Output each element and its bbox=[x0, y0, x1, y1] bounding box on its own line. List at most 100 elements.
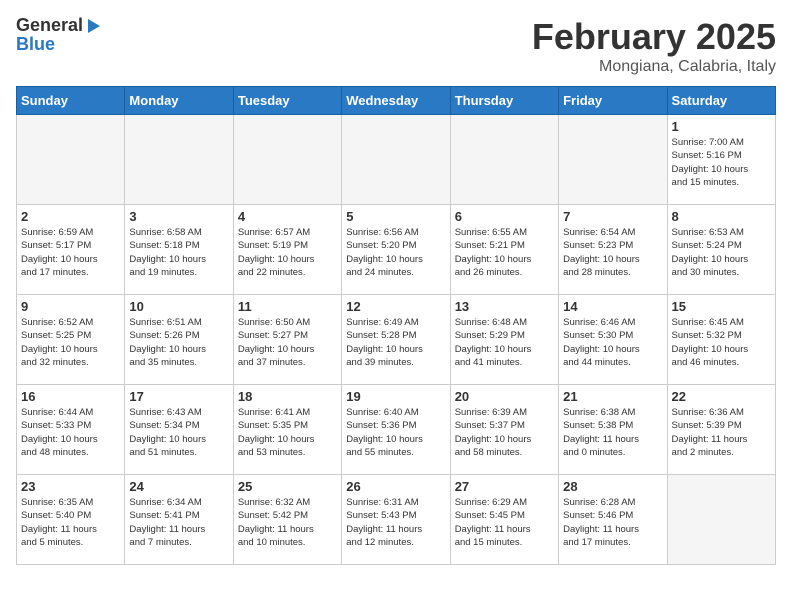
calendar-cell: 21 Sunrise: 6:38 AM Sunset: 5:38 PM Dayli… bbox=[559, 385, 667, 475]
calendar-cell: 6Sunrise: 6:55 AM Sunset: 5:21 PM Daylig… bbox=[450, 205, 558, 295]
calendar-title: February 2025 bbox=[532, 16, 776, 58]
day-number: 16 bbox=[21, 389, 120, 404]
day-info: Sunrise: 6:38 AM Sunset: 5:38 PM Dayligh… bbox=[563, 406, 662, 459]
calendar-cell: 24 Sunrise: 6:34 AM Sunset: 5:41 PM Dayli… bbox=[125, 475, 233, 565]
calendar-cell bbox=[342, 115, 450, 205]
calendar-cell bbox=[233, 115, 341, 205]
calendar-week-row: 16 Sunrise: 6:44 AM Sunset: 5:33 PM Dayli… bbox=[17, 385, 776, 475]
calendar-cell: 27 Sunrise: 6:29 AM Sunset: 5:45 PM Dayli… bbox=[450, 475, 558, 565]
day-number: 21 bbox=[563, 389, 662, 404]
calendar-cell: 16 Sunrise: 6:44 AM Sunset: 5:33 PM Dayli… bbox=[17, 385, 125, 475]
calendar-cell: 3 Sunrise: 6:58 AM Sunset: 5:18 PM Daylig… bbox=[125, 205, 233, 295]
calendar-subtitle: Mongiana, Calabria, Italy bbox=[532, 58, 776, 76]
day-info: Sunrise: 7:00 AM Sunset: 5:16 PM Dayligh… bbox=[672, 136, 771, 189]
calendar-cell: 15 Sunrise: 6:45 AM Sunset: 5:32 PM Dayli… bbox=[667, 295, 775, 385]
day-number: 1 bbox=[672, 119, 771, 134]
calendar-cell: 10Sunrise: 6:51 AM Sunset: 5:26 PM Dayli… bbox=[125, 295, 233, 385]
day-info: Sunrise: 6:43 AM Sunset: 5:34 PM Dayligh… bbox=[129, 406, 228, 459]
day-number: 11 bbox=[238, 299, 337, 314]
day-number: 7 bbox=[563, 209, 662, 224]
calendar-cell: 25Sunrise: 6:32 AM Sunset: 5:42 PM Dayli… bbox=[233, 475, 341, 565]
calendar-week-row: 9Sunrise: 6:52 AM Sunset: 5:25 PM Daylig… bbox=[17, 295, 776, 385]
calendar-cell bbox=[559, 115, 667, 205]
calendar-cell: 12 Sunrise: 6:49 AM Sunset: 5:28 PM Dayli… bbox=[342, 295, 450, 385]
calendar-week-row: 1 Sunrise: 7:00 AM Sunset: 5:16 PM Daylig… bbox=[17, 115, 776, 205]
day-info: Sunrise: 6:34 AM Sunset: 5:41 PM Dayligh… bbox=[129, 496, 228, 549]
day-number: 19 bbox=[346, 389, 445, 404]
calendar-cell bbox=[17, 115, 125, 205]
day-info: Sunrise: 6:44 AM Sunset: 5:33 PM Dayligh… bbox=[21, 406, 120, 459]
day-info: Sunrise: 6:29 AM Sunset: 5:45 PM Dayligh… bbox=[455, 496, 554, 549]
day-info: Sunrise: 6:50 AM Sunset: 5:27 PM Dayligh… bbox=[238, 316, 337, 369]
calendar-cell: 1 Sunrise: 7:00 AM Sunset: 5:16 PM Daylig… bbox=[667, 115, 775, 205]
day-info: Sunrise: 6:31 AM Sunset: 5:43 PM Dayligh… bbox=[346, 496, 445, 549]
calendar-cell: 18 Sunrise: 6:41 AM Sunset: 5:35 PM Dayli… bbox=[233, 385, 341, 475]
day-number: 24 bbox=[129, 479, 228, 494]
calendar-cell bbox=[125, 115, 233, 205]
calendar-cell: 14 Sunrise: 6:46 AM Sunset: 5:30 PM Dayli… bbox=[559, 295, 667, 385]
logo-text: General Blue bbox=[16, 16, 103, 53]
weekday-header: Monday bbox=[125, 87, 233, 115]
day-number: 3 bbox=[129, 209, 228, 224]
day-info: Sunrise: 6:36 AM Sunset: 5:39 PM Dayligh… bbox=[672, 406, 771, 459]
weekday-header: Friday bbox=[559, 87, 667, 115]
calendar-cell: 20Sunrise: 6:39 AM Sunset: 5:37 PM Dayli… bbox=[450, 385, 558, 475]
weekday-header: Wednesday bbox=[342, 87, 450, 115]
day-number: 13 bbox=[455, 299, 554, 314]
calendar-cell: 13 Sunrise: 6:48 AM Sunset: 5:29 PM Dayli… bbox=[450, 295, 558, 385]
calendar-cell: 26 Sunrise: 6:31 AM Sunset: 5:43 PM Dayli… bbox=[342, 475, 450, 565]
day-info: Sunrise: 6:35 AM Sunset: 5:40 PM Dayligh… bbox=[21, 496, 120, 549]
day-number: 17 bbox=[129, 389, 228, 404]
calendar-cell: 23 Sunrise: 6:35 AM Sunset: 5:40 PM Dayli… bbox=[17, 475, 125, 565]
day-number: 22 bbox=[672, 389, 771, 404]
day-number: 14 bbox=[563, 299, 662, 314]
day-number: 10 bbox=[129, 299, 228, 314]
calendar-cell bbox=[450, 115, 558, 205]
day-info: Sunrise: 6:28 AM Sunset: 5:46 PM Dayligh… bbox=[563, 496, 662, 549]
title-area: February 2025 Mongiana, Calabria, Italy bbox=[532, 16, 776, 76]
day-info: Sunrise: 6:49 AM Sunset: 5:28 PM Dayligh… bbox=[346, 316, 445, 369]
calendar-cell: 17 Sunrise: 6:43 AM Sunset: 5:34 PM Dayli… bbox=[125, 385, 233, 475]
day-info: Sunrise: 6:57 AM Sunset: 5:19 PM Dayligh… bbox=[238, 226, 337, 279]
day-number: 20 bbox=[455, 389, 554, 404]
day-number: 2 bbox=[21, 209, 120, 224]
day-info: Sunrise: 6:59 AM Sunset: 5:17 PM Dayligh… bbox=[21, 226, 120, 279]
calendar-cell: 28 Sunrise: 6:28 AM Sunset: 5:46 PM Dayli… bbox=[559, 475, 667, 565]
calendar-cell bbox=[667, 475, 775, 565]
day-number: 28 bbox=[563, 479, 662, 494]
day-info: Sunrise: 6:41 AM Sunset: 5:35 PM Dayligh… bbox=[238, 406, 337, 459]
day-info: Sunrise: 6:54 AM Sunset: 5:23 PM Dayligh… bbox=[563, 226, 662, 279]
day-number: 6 bbox=[455, 209, 554, 224]
calendar-cell: 8Sunrise: 6:53 AM Sunset: 5:24 PM Daylig… bbox=[667, 205, 775, 295]
calendar-cell: 19 Sunrise: 6:40 AM Sunset: 5:36 PM Dayli… bbox=[342, 385, 450, 475]
day-number: 4 bbox=[238, 209, 337, 224]
day-info: Sunrise: 6:56 AM Sunset: 5:20 PM Dayligh… bbox=[346, 226, 445, 279]
day-info: Sunrise: 6:48 AM Sunset: 5:29 PM Dayligh… bbox=[455, 316, 554, 369]
calendar-cell: 2 Sunrise: 6:59 AM Sunset: 5:17 PM Daylig… bbox=[17, 205, 125, 295]
calendar-cell: 4 Sunrise: 6:57 AM Sunset: 5:19 PM Daylig… bbox=[233, 205, 341, 295]
day-number: 8 bbox=[672, 209, 771, 224]
calendar-cell: 22 Sunrise: 6:36 AM Sunset: 5:39 PM Dayli… bbox=[667, 385, 775, 475]
calendar-table: SundayMondayTuesdayWednesdayThursdayFrid… bbox=[16, 86, 776, 565]
day-info: Sunrise: 6:46 AM Sunset: 5:30 PM Dayligh… bbox=[563, 316, 662, 369]
day-number: 18 bbox=[238, 389, 337, 404]
header: General Blue February 2025 Mongiana, Cal… bbox=[16, 16, 776, 76]
day-number: 26 bbox=[346, 479, 445, 494]
day-number: 12 bbox=[346, 299, 445, 314]
day-info: Sunrise: 6:45 AM Sunset: 5:32 PM Dayligh… bbox=[672, 316, 771, 369]
calendar-cell: 11 Sunrise: 6:50 AM Sunset: 5:27 PM Dayli… bbox=[233, 295, 341, 385]
calendar-week-row: 2 Sunrise: 6:59 AM Sunset: 5:17 PM Daylig… bbox=[17, 205, 776, 295]
day-info: Sunrise: 6:58 AM Sunset: 5:18 PM Dayligh… bbox=[129, 226, 228, 279]
day-number: 23 bbox=[21, 479, 120, 494]
calendar-cell: 5Sunrise: 6:56 AM Sunset: 5:20 PM Daylig… bbox=[342, 205, 450, 295]
weekday-header: Thursday bbox=[450, 87, 558, 115]
day-info: Sunrise: 6:40 AM Sunset: 5:36 PM Dayligh… bbox=[346, 406, 445, 459]
weekday-header: Tuesday bbox=[233, 87, 341, 115]
day-number: 9 bbox=[21, 299, 120, 314]
calendar-cell: 9Sunrise: 6:52 AM Sunset: 5:25 PM Daylig… bbox=[17, 295, 125, 385]
day-number: 15 bbox=[672, 299, 771, 314]
day-number: 25 bbox=[238, 479, 337, 494]
weekday-header: Sunday bbox=[17, 87, 125, 115]
weekday-header-row: SundayMondayTuesdayWednesdayThursdayFrid… bbox=[17, 87, 776, 115]
day-number: 27 bbox=[455, 479, 554, 494]
